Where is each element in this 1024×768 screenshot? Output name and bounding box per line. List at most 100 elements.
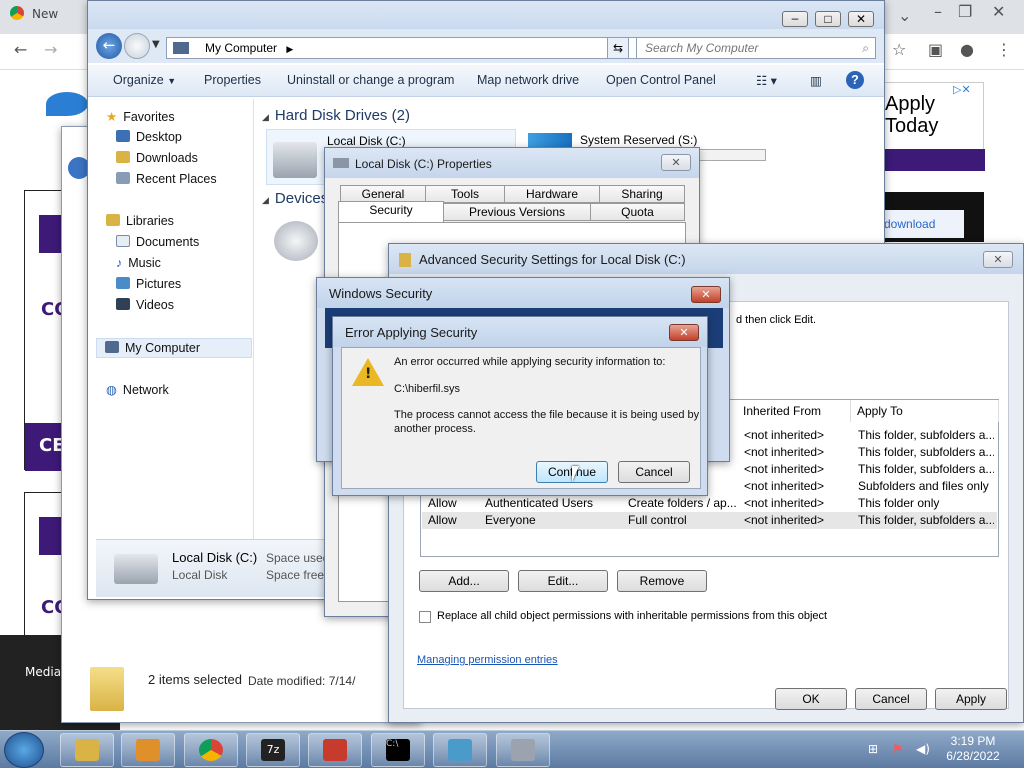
- view-options-icon[interactable]: ☷ ▾: [756, 73, 777, 88]
- permission-cell-inherited: <not inherited>: [744, 513, 825, 527]
- column-apply-to[interactable]: Apply To: [851, 400, 999, 422]
- advanced-close-button[interactable]: ✕: [983, 251, 1013, 268]
- nav-computer[interactable]: My Computer: [96, 338, 252, 358]
- back-button[interactable]: ←: [96, 33, 122, 59]
- details-type: Local Disk: [172, 568, 228, 582]
- collapse-icon: ◢: [262, 195, 269, 205]
- tab-hardware[interactable]: Hardware: [504, 185, 600, 203]
- properties-close-button[interactable]: ✕: [661, 154, 691, 171]
- network-cubes-icon: [448, 739, 472, 761]
- nav-music[interactable]: ♪ Music: [116, 256, 161, 270]
- download-link[interactable]: download: [884, 210, 964, 238]
- column-inherited-from[interactable]: Inherited From: [737, 400, 851, 422]
- permission-row[interactable]: Allow Everyone Full control <not inherited>…: [422, 512, 997, 529]
- replace-checkbox-label[interactable]: Replace all child object permissions wit…: [437, 610, 827, 622]
- chevron-down-icon[interactable]: ▼: [152, 39, 160, 50]
- error-line-1: An error occurred while applying securit…: [394, 356, 666, 368]
- tab-quota[interactable]: Quota: [590, 203, 685, 221]
- error-close-button[interactable]: ✕: [669, 324, 699, 341]
- nav-documents[interactable]: Documents: [116, 235, 199, 249]
- forward-arrow-icon[interactable]: →: [44, 40, 57, 59]
- drive-app[interactable]: [496, 733, 550, 767]
- search-input[interactable]: Search My Computer ⌕: [636, 37, 876, 59]
- help-icon[interactable]: ?: [846, 71, 864, 89]
- left-ad-bottom: CO: [24, 492, 70, 642]
- control-panel-button[interactable]: Open Control Panel: [606, 73, 716, 87]
- nav-pictures[interactable]: Pictures: [116, 277, 181, 291]
- explorer-app[interactable]: [60, 733, 114, 767]
- remove-button[interactable]: Remove: [617, 570, 707, 592]
- refresh-button[interactable]: ⇆: [607, 37, 629, 59]
- managing-permissions-link[interactable]: Managing permission entries: [417, 654, 558, 666]
- menu-icon[interactable]: ⋮: [996, 40, 1012, 59]
- action-center-icon[interactable]: ⚑: [892, 742, 906, 756]
- cancel-button[interactable]: Cancel: [855, 688, 927, 710]
- ok-button[interactable]: OK: [775, 688, 847, 710]
- permission-cell-apply: This folder, subfolders a...: [858, 428, 994, 442]
- group-devices[interactable]: ◢ Devices: [262, 190, 328, 207]
- 7zip-app[interactable]: 7z: [246, 733, 300, 767]
- start-button[interactable]: [4, 732, 44, 768]
- close-icon[interactable]: ✕: [992, 2, 1005, 21]
- chevron-down-icon[interactable]: ⌄: [898, 6, 911, 25]
- network-tray-icon[interactable]: ⊞: [868, 742, 882, 756]
- properties-title: Local Disk (C:) Properties: [325, 148, 699, 178]
- browser-tab[interactable]: New: [10, 6, 58, 30]
- permission-cell-inherited: <not inherited>: [744, 462, 825, 476]
- minimize-icon[interactable]: –: [934, 2, 942, 21]
- windows-security-close-button[interactable]: ✕: [691, 286, 721, 303]
- nav-desktop[interactable]: Desktop: [116, 130, 182, 144]
- permission-row[interactable]: Allow Authenticated Users Create folders /…: [422, 495, 997, 512]
- forward-button[interactable]: [124, 33, 150, 59]
- group-hard-disk[interactable]: ◢ Hard Disk Drives (2): [262, 107, 410, 124]
- details-name: Local Disk (C:): [172, 550, 258, 565]
- profile-icon[interactable]: ●: [960, 40, 974, 59]
- error-dialog: Error Applying Security ✕ ! An error occ…: [332, 316, 708, 496]
- nav-recent[interactable]: Recent Places: [116, 172, 217, 186]
- nav-favorites[interactable]: ★ Favorites: [106, 109, 175, 124]
- dvd-drive-icon[interactable]: [274, 221, 318, 261]
- right-dark-banner: download: [884, 192, 984, 242]
- ad-close-icon[interactable]: ▷✕: [953, 83, 971, 96]
- system-clock[interactable]: 3:19 PM 6/28/2022: [938, 734, 1008, 764]
- close-button[interactable]: ✕: [848, 11, 874, 27]
- apply-button[interactable]: Apply: [935, 688, 1007, 710]
- nav-downloads[interactable]: Downloads: [116, 151, 198, 165]
- edit-button[interactable]: Edit...: [518, 570, 608, 592]
- map-drive-button[interactable]: Map network drive: [477, 73, 579, 87]
- drive-icon: [511, 739, 535, 761]
- tab-sharing[interactable]: Sharing: [599, 185, 685, 203]
- uninstall-button[interactable]: Uninstall or change a program: [287, 73, 454, 87]
- permission-cell-apply: This folder, subfolders a...: [858, 445, 994, 459]
- volume-icon[interactable]: ◀): [916, 742, 930, 756]
- permission-cell-perm: Full control: [628, 513, 687, 527]
- replace-checkbox[interactable]: [419, 611, 431, 623]
- error-cancel-button[interactable]: Cancel: [618, 461, 690, 483]
- bookmark-star-icon[interactable]: ☆: [892, 40, 906, 59]
- collapse-icon: ◢: [262, 112, 269, 122]
- network-app[interactable]: [433, 733, 487, 767]
- tab-previous-versions[interactable]: Previous Versions: [443, 203, 591, 221]
- nav-libraries[interactable]: Libraries: [106, 214, 174, 228]
- tab-security[interactable]: Security: [338, 201, 444, 223]
- media-player-app[interactable]: [121, 733, 175, 767]
- organize-button[interactable]: Organize ▼: [113, 73, 176, 87]
- maximize-button[interactable]: □: [815, 11, 841, 27]
- videos-icon: [116, 298, 130, 310]
- preview-pane-icon[interactable]: ▥: [810, 73, 822, 88]
- restore-icon[interactable]: ❐: [958, 2, 972, 21]
- properties-button[interactable]: Properties: [204, 73, 261, 87]
- computer-icon: [105, 341, 119, 353]
- search-icon[interactable]: ⌕: [862, 41, 869, 56]
- chrome-app[interactable]: [184, 733, 238, 767]
- right-ad[interactable]: Apply Today ▷✕: [884, 82, 985, 171]
- back-arrow-icon[interactable]: ←: [14, 40, 27, 59]
- nav-videos[interactable]: Videos: [116, 298, 174, 312]
- cmd-app[interactable]: C:\: [371, 733, 425, 767]
- minimize-button[interactable]: –: [782, 11, 808, 27]
- side-panel-icon[interactable]: ▣: [928, 40, 943, 59]
- add-button[interactable]: Add...: [419, 570, 509, 592]
- toolbox-app[interactable]: [308, 733, 362, 767]
- right-ad-text-1: Apply: [885, 93, 936, 115]
- nav-network[interactable]: ◍ Network: [106, 382, 169, 397]
